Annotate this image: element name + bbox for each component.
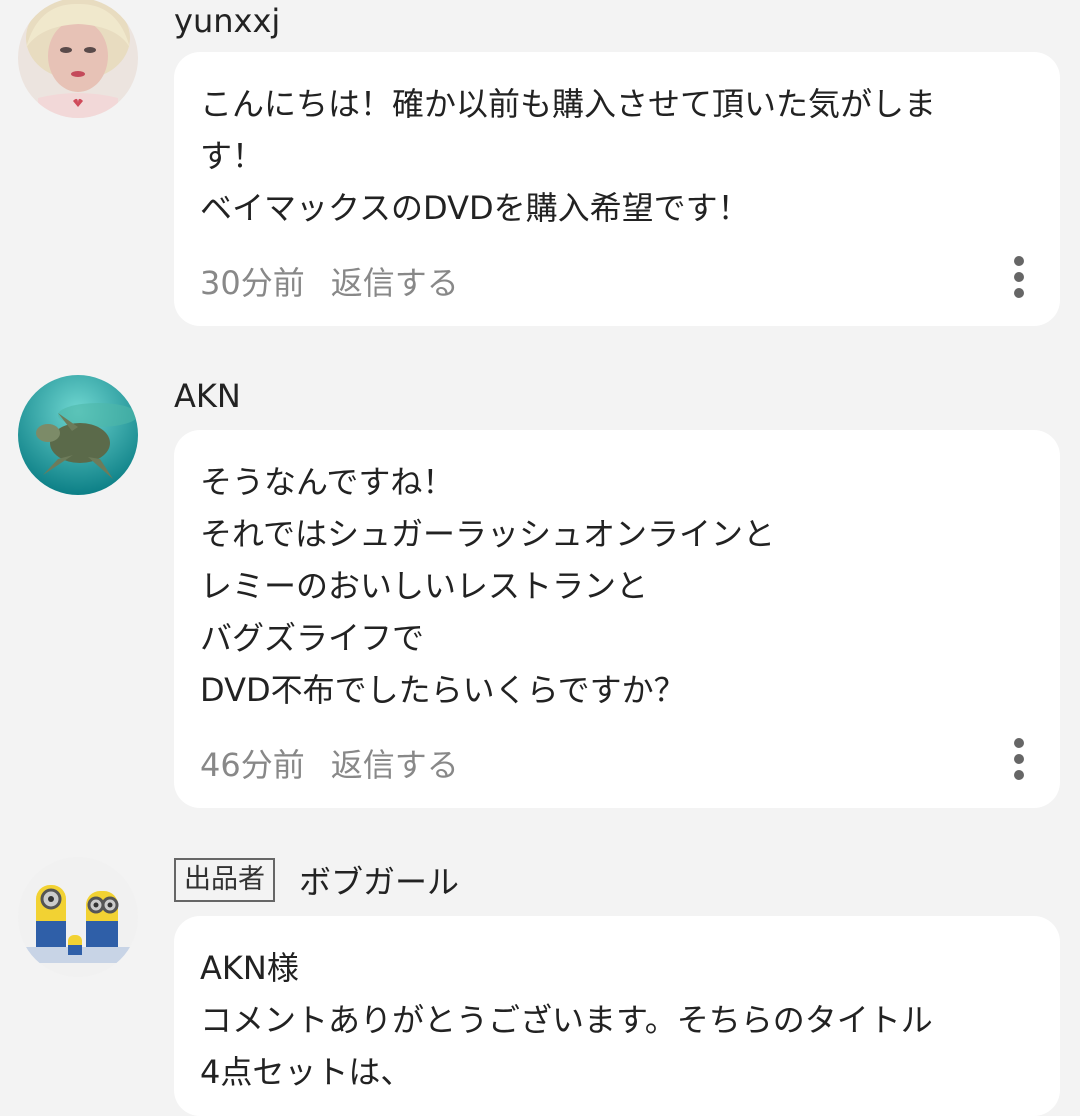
comment-line: それではシュガーラッシュオンラインと bbox=[200, 515, 776, 553]
comment-line: ベイマックスのDVDを購入希望です！ bbox=[200, 189, 750, 227]
comment-footer: 30分前 返信する bbox=[200, 256, 1034, 306]
comment-header: AKN bbox=[174, 371, 241, 421]
timestamp: 30分前 bbox=[200, 264, 305, 302]
sea-turtle-avatar-icon bbox=[18, 375, 138, 495]
username[interactable]: yunxxj bbox=[174, 2, 280, 40]
user-avatar[interactable] bbox=[18, 857, 138, 977]
comment-line: DVD不布でしたらいくらですか？ bbox=[200, 671, 686, 709]
comment-line: バグズライフで bbox=[200, 619, 425, 657]
username[interactable]: ボブガール bbox=[299, 857, 459, 903]
reply-button[interactable]: 返信する bbox=[331, 258, 459, 304]
username[interactable]: AKN bbox=[174, 377, 241, 415]
comment-line: AKN様 bbox=[200, 949, 299, 987]
timestamp: 46分前 bbox=[200, 746, 305, 784]
more-options-icon[interactable] bbox=[1012, 252, 1026, 302]
comment-header: 出品者 ボブガール bbox=[174, 855, 459, 905]
comment-bubble: こんにちは！確か以前も購入させて頂いた気がしま す！ ベイマックスのDVDを購入… bbox=[174, 52, 1060, 326]
comment-bubble: AKN様 コメントありがとうございます。そちらのタイトル 4点セットは、 bbox=[174, 916, 1060, 1116]
comment-bubble: そうなんですね！ それではシュガーラッシュオンラインと レミーのおいしいレストラ… bbox=[174, 430, 1060, 808]
comment-line: そうなんですね！ bbox=[200, 463, 455, 501]
comment-header: yunxxj bbox=[174, 0, 280, 46]
more-options-icon[interactable] bbox=[1012, 734, 1026, 784]
minions-avatar-icon bbox=[18, 857, 138, 977]
seller-badge: 出品者 bbox=[174, 858, 275, 902]
comment-text: AKN様 コメントありがとうございます。そちらのタイトル 4点セットは、 bbox=[200, 942, 1034, 1098]
comment-line: コメントありがとうございます。そちらのタイトル bbox=[200, 1001, 933, 1039]
user-avatar[interactable] bbox=[18, 375, 138, 495]
woman-portrait-avatar-icon bbox=[18, 0, 138, 118]
comment-line: 4点セットは、 bbox=[200, 1053, 413, 1091]
comment-line: レミーのおいしいレストランと bbox=[200, 567, 649, 605]
reply-button[interactable]: 返信する bbox=[331, 740, 459, 786]
comment-line: こんにちは！確か以前も購入させて頂いた気がしま bbox=[200, 85, 937, 123]
comment-line: す！ bbox=[200, 137, 265, 175]
user-avatar[interactable] bbox=[18, 0, 138, 118]
comment-text: そうなんですね！ それではシュガーラッシュオンラインと レミーのおいしいレストラ… bbox=[200, 456, 1034, 716]
comment-text: こんにちは！確か以前も購入させて頂いた気がしま す！ ベイマックスのDVDを購入… bbox=[200, 78, 1034, 234]
comment-footer: 46分前 返信する bbox=[200, 738, 1034, 788]
